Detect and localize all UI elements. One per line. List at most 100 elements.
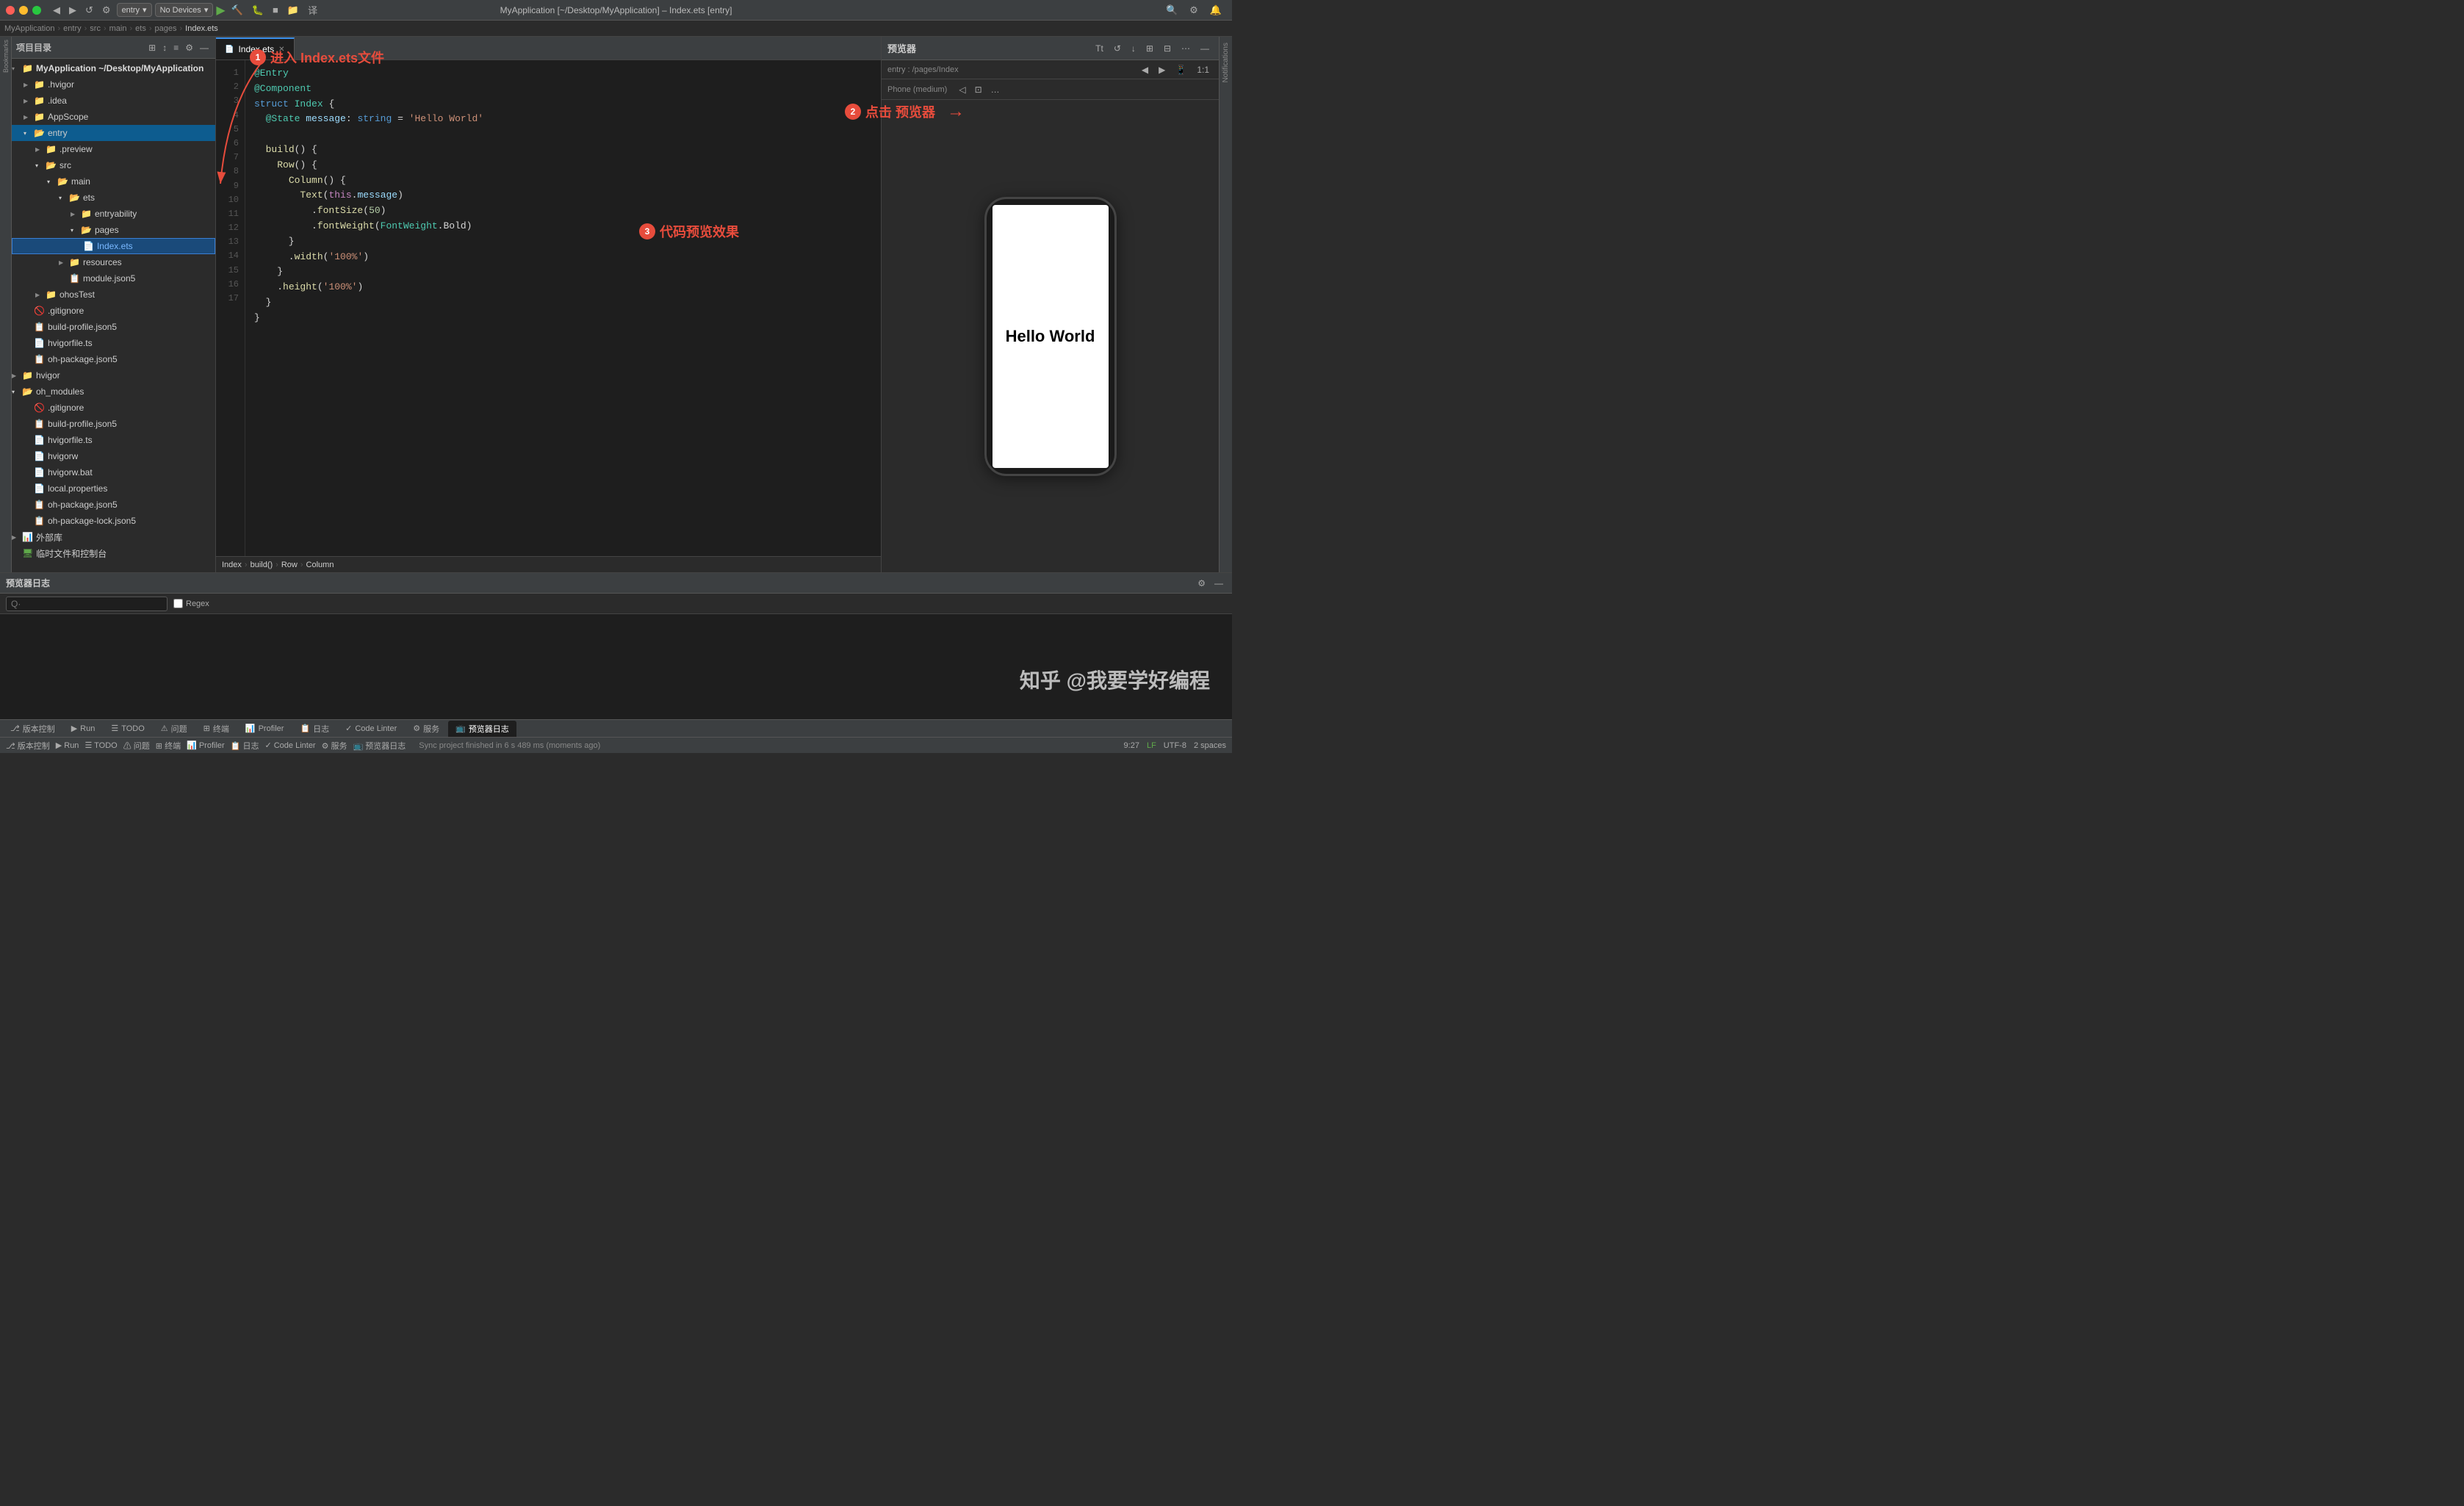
log-search-input[interactable] (6, 597, 167, 611)
tree-item-ohostest[interactable]: ▶ 📁 ohosTest (12, 287, 215, 303)
status-problems-btn[interactable]: ⚠ 问题 (123, 740, 150, 752)
code-bc-build[interactable]: build() (251, 561, 273, 569)
breadcrumb-main[interactable]: main (109, 24, 127, 33)
tree-item-local-properties[interactable]: ▶ 📄 local.properties (12, 480, 215, 497)
regex-checkbox[interactable] (173, 599, 183, 608)
project-action-gear[interactable]: ⚙ (183, 42, 195, 54)
preview-font-size-btn[interactable]: Tt (1092, 42, 1107, 55)
tree-item-hvigor-top[interactable]: ▶ 📁 hvigor (12, 367, 215, 383)
tree-item-pages[interactable]: ▾ 📂 pages (12, 222, 215, 238)
tree-item-index-ets[interactable]: 📄 Index.ets (12, 238, 215, 254)
status-services-btn[interactable]: ⚙ 服务 (322, 740, 347, 752)
preview-download-btn[interactable]: ↓ (1128, 42, 1139, 55)
tree-item-hvigorw[interactable]: ▶ 📄 hvigorw (12, 448, 215, 464)
tree-item-temp-console[interactable]: ▶ 🖥 临时文件和控制台 (12, 545, 215, 561)
tree-item-ets[interactable]: ▾ 📂 ets (12, 190, 215, 206)
tree-item-hvigorw-bat[interactable]: ▶ 📄 hvigorw.bat (12, 464, 215, 480)
breadcrumb-myapp[interactable]: MyApplication (4, 24, 54, 33)
tab-close-icon[interactable]: ✕ (278, 46, 284, 54)
file-manager-button[interactable]: 📁 (284, 3, 302, 18)
breadcrumb-pages[interactable]: pages (155, 24, 177, 33)
preview-refresh-btn[interactable]: ↺ (1110, 42, 1125, 55)
tree-item-oh-package-lock[interactable]: ▶ 📋 oh-package-lock.json5 (12, 513, 215, 529)
breadcrumb-ets[interactable]: ets (135, 24, 146, 33)
notification-button[interactable]: 🔔 (1207, 3, 1225, 18)
tree-item-ext-libs[interactable]: ▶ 📊 外部库 (12, 529, 215, 545)
preview-forward-btn[interactable]: ▶ (1155, 63, 1169, 76)
tree-item-src[interactable]: ▾ 📂 src (12, 157, 215, 173)
project-action-sync[interactable]: ↕ (160, 42, 169, 54)
tree-item-idea[interactable]: ▶ 📁 .idea (12, 93, 215, 109)
tree-item-preview-folder[interactable]: ▶ 📁 .preview (12, 141, 215, 157)
refresh-button[interactable]: ↺ (82, 3, 96, 18)
tree-item-hvigorfile1[interactable]: ▶ 📄 hvigorfile.ts (12, 335, 215, 351)
breadcrumb-entry[interactable]: entry (63, 24, 81, 33)
status-run-btn[interactable]: ▶ Run (56, 741, 79, 750)
breadcrumb-index[interactable]: Index.ets (185, 24, 218, 33)
preview-grid-btn[interactable]: ⊞ (1142, 42, 1157, 55)
bottom-tab-preview-log[interactable]: 📺 预览器日志 (448, 721, 516, 737)
tree-item-gitignore2[interactable]: ▶ 🚫 .gitignore (12, 400, 215, 416)
debug-button[interactable]: 🐛 (249, 3, 267, 18)
tree-item-oh-modules[interactable]: ▾ 📂 oh_modules (12, 383, 215, 400)
run-button[interactable]: ▶ (216, 3, 225, 18)
project-action-collapse[interactable]: — (198, 42, 211, 54)
preview-back-btn[interactable]: ◀ (1138, 63, 1152, 76)
preview-close-btn[interactable]: — (1197, 42, 1213, 55)
code-bc-row[interactable]: Row (281, 561, 298, 569)
build-button[interactable]: 🔨 (228, 3, 246, 18)
code-content[interactable]: @Entry @Component struct Index { @State … (245, 60, 881, 556)
device-btn-rotate[interactable]: ◁ (956, 83, 968, 96)
status-profiler-btn[interactable]: 📊 Profiler (187, 741, 225, 750)
code-bc-index[interactable]: Index (222, 561, 242, 569)
forward-button[interactable]: ▶ (66, 3, 79, 18)
bottom-tab-profiler[interactable]: 📊 Profiler (238, 721, 292, 737)
preview-zoom-btn[interactable]: 1:1 (1193, 63, 1213, 76)
bottom-tab-log[interactable]: 📋 日志 (292, 721, 336, 737)
tree-item-main[interactable]: ▾ 📂 main (12, 173, 215, 190)
bottom-tab-terminal[interactable]: ⊞ 终端 (196, 721, 237, 737)
settings-button[interactable]: ⚙ (99, 3, 114, 18)
search-button[interactable]: 🔍 (1163, 3, 1181, 18)
tree-item-oh-package2[interactable]: ▶ 📋 oh-package.json5 (12, 497, 215, 513)
preview-phone-icon-btn[interactable]: 📱 (1172, 63, 1190, 76)
tree-item-build-profile2[interactable]: ▶ 📋 build-profile.json5 (12, 416, 215, 432)
bottom-tab-code-linter[interactable]: ✓ Code Linter (338, 721, 404, 737)
bottom-tab-problems[interactable]: ⚠ 问题 (154, 721, 195, 737)
bottom-tab-version-control[interactable]: ⎇ 版本控制 (3, 721, 62, 737)
notifications-label[interactable]: Notifications (1222, 43, 1230, 82)
project-action-filter[interactable]: ≡ (171, 42, 181, 54)
status-todo-btn[interactable]: ☰ TODO (84, 741, 117, 750)
status-preview-log-btn[interactable]: 📺 预览器日志 (353, 740, 406, 752)
preview-dots-btn[interactable]: ⋯ (1178, 42, 1194, 55)
gear-button[interactable]: ⚙ (1186, 3, 1201, 18)
tree-item-root[interactable]: ▾ 📁 MyApplication ~/Desktop/MyApplicatio… (12, 60, 215, 76)
entry-dropdown[interactable]: entry ▾ (117, 3, 152, 17)
maximize-button[interactable] (32, 6, 41, 15)
bottom-tab-todo[interactable]: ☰ TODO (104, 721, 151, 737)
status-terminal-btn[interactable]: ⊞ 终端 (156, 740, 181, 752)
breadcrumb-src[interactable]: src (90, 24, 101, 33)
minimize-button[interactable] (19, 6, 28, 15)
status-codelinter-btn[interactable]: ✓ Code Linter (264, 741, 315, 750)
tree-item-build-profile1[interactable]: ▶ 📋 build-profile.json5 (12, 319, 215, 335)
status-indent-btn[interactable]: 2 spaces (1194, 741, 1226, 750)
tab-index-ets[interactable]: 📄 Index.ets ✕ (216, 37, 295, 60)
tree-item-entryability[interactable]: ▶ 📁 entryability (12, 206, 215, 222)
tree-item-gitignore1[interactable]: ▶ 🚫 .gitignore (12, 303, 215, 319)
back-button[interactable]: ◀ (50, 3, 63, 18)
project-action-add[interactable]: ⊞ (146, 42, 158, 54)
code-bc-column[interactable]: Column (306, 561, 334, 569)
status-encoding-btn[interactable]: UTF-8 (1164, 741, 1186, 750)
status-lf-btn[interactable]: LF (1147, 741, 1156, 750)
close-button[interactable] (6, 6, 15, 15)
tree-item-appscope[interactable]: ▶ 📁 AppScope (12, 109, 215, 125)
no-devices-dropdown[interactable]: No Devices ▾ (155, 3, 214, 17)
stop-button[interactable]: ■ (270, 3, 281, 17)
tree-item-hvigorfile2[interactable]: ▶ 📄 hvigorfile.ts (12, 432, 215, 448)
bottom-tab-services[interactable]: ⚙ 服务 (406, 721, 447, 737)
status-log-btn[interactable]: 📋 日志 (231, 740, 259, 752)
bottom-tab-run[interactable]: ▶ Run (64, 721, 103, 737)
tree-item-module-json5[interactable]: ▶ 📋 module.json5 (12, 270, 215, 287)
device-btn-more[interactable]: … (988, 83, 1003, 96)
